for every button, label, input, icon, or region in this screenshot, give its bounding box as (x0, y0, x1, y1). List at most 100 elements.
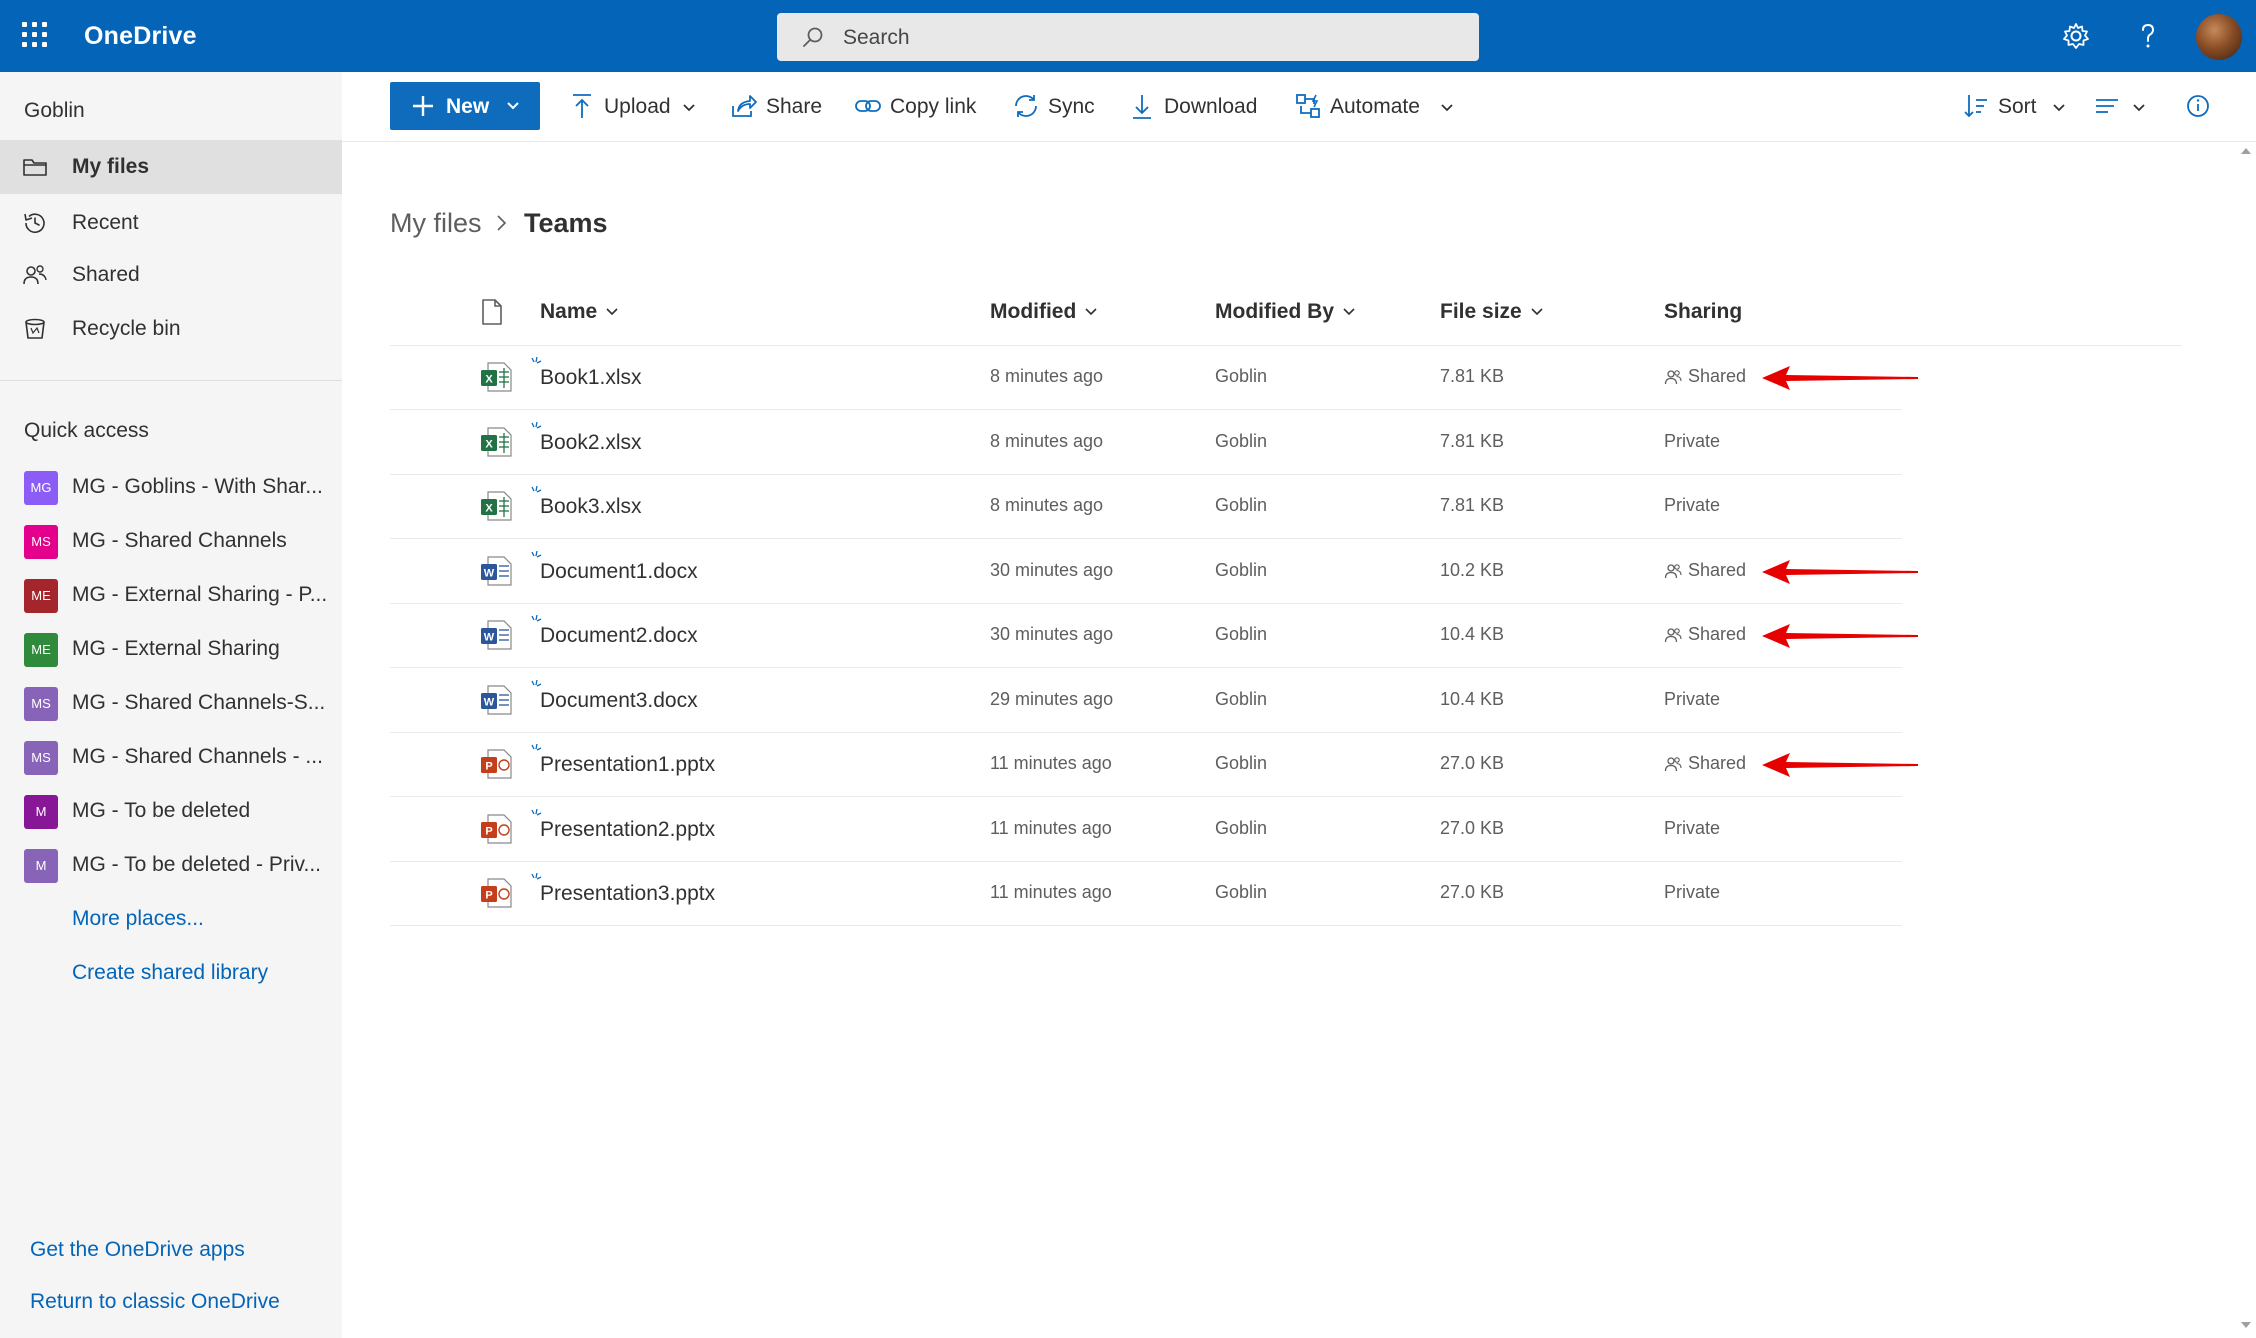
shared-people-icon (1664, 626, 1682, 644)
file-name-link[interactable]: Presentation3.pptx (540, 882, 715, 906)
modified-by: Goblin (1215, 495, 1268, 515)
quick-access-item[interactable]: M MG - To be deleted - Priv... (0, 845, 342, 885)
file-row[interactable]: P Presentation2.pptx 11 minutes ago Goblin 2… (390, 798, 1902, 862)
sharing-status[interactable]: Shared (1688, 366, 1746, 387)
nav-item-recent[interactable]: Recent (0, 196, 342, 250)
file-name-link[interactable]: Document2.docx (540, 624, 698, 648)
return-classic-link[interactable]: Return to classic OneDrive (30, 1290, 280, 1314)
sharing-status[interactable]: Shared (1688, 560, 1746, 581)
chevron-down-icon (1343, 308, 1355, 316)
file-row[interactable]: X Book3.xlsx 8 minutes ago Goblin 7.81 KB Pri… (390, 475, 1902, 539)
vertical-scrollbar[interactable] (2234, 142, 2256, 1338)
quick-access-item[interactable]: MG MG - Goblins - With Shar... (0, 467, 342, 507)
file-row[interactable]: P Presentation1.pptx 11 minutes ago Goblin 2… (390, 733, 1902, 797)
site-badge: ME (24, 579, 58, 613)
file-size: 27.0 KB (1440, 817, 1505, 838)
quick-access-item[interactable]: M MG - To be deleted (0, 791, 342, 831)
app-launcher-icon[interactable] (22, 22, 50, 50)
quick-access-item[interactable]: ME MG - External Sharing (0, 629, 342, 669)
annotation-arrow (1760, 621, 1920, 651)
download-icon (1133, 95, 1151, 119)
word-file-icon: W (479, 554, 513, 588)
shared-people-icon (1664, 755, 1682, 773)
column-header-label: Sharing (1664, 300, 1743, 323)
file-name-link[interactable]: Presentation2.pptx (540, 818, 715, 842)
download-label: Download (1164, 95, 1258, 118)
chevron-down-icon (1441, 104, 1453, 112)
download-button[interactable]: Download (1128, 92, 1268, 122)
site-badge: MS (24, 525, 58, 559)
nav-item-my-files[interactable]: My files (0, 140, 342, 194)
file-name-link[interactable]: Book3.xlsx (540, 495, 642, 519)
app-brand[interactable]: OneDrive (84, 22, 197, 51)
top-bar: OneDrive Search (0, 0, 2256, 72)
history-icon (24, 213, 45, 233)
create-shared-library-link[interactable]: Create shared library (72, 961, 268, 985)
quick-access-item[interactable]: ME MG - External Sharing - P... (0, 575, 342, 615)
chevron-down-icon (2053, 104, 2065, 112)
file-row[interactable]: W Document2.docx 30 minutes ago Goblin 10.4 … (390, 604, 1902, 668)
file-row[interactable]: W Document3.docx 29 minutes ago Goblin 10.4 … (390, 669, 1902, 733)
nav-item-label: Recent (72, 211, 139, 234)
account-name: Goblin (24, 99, 85, 122)
sharing-status: Private (1664, 882, 1721, 902)
search-input[interactable]: Search (843, 26, 910, 50)
new-button[interactable]: New (390, 82, 540, 130)
svg-text:X: X (485, 374, 493, 386)
settings-gear-icon[interactable] (2060, 20, 2092, 52)
folder-icon (23, 159, 47, 176)
chevron-down-icon (1085, 308, 1097, 316)
file-row[interactable]: X Book2.xlsx 8 minutes ago Goblin 7.81 KB Pri… (390, 411, 1902, 475)
sharing-status[interactable]: Shared (1688, 753, 1746, 774)
file-size: 7.81 KB (1440, 366, 1505, 386)
scroll-down-arrow-icon[interactable] (2240, 1320, 2252, 1330)
copy-link-button[interactable]: Copy link (854, 92, 984, 122)
file-name-link[interactable]: Book1.xlsx (540, 366, 642, 390)
sharing-status[interactable]: Shared (1688, 624, 1746, 645)
upload-button[interactable]: Upload (568, 92, 702, 122)
column-header-file-size[interactable]: File size (1440, 300, 1544, 324)
get-apps-link[interactable]: Get the OneDrive apps (30, 1238, 245, 1262)
view-options-button[interactable] (2094, 92, 2150, 122)
file-size: 27.0 KB (1440, 753, 1505, 773)
quick-access-item[interactable]: MS MG - Shared Channels (0, 521, 342, 561)
more-places-link[interactable]: More places... (72, 907, 204, 931)
automate-button[interactable]: Automate (1294, 92, 1454, 122)
column-header-modified-by[interactable]: Modified By (1215, 300, 1356, 324)
quick-access-item[interactable]: MS MG - Shared Channels-S... (0, 683, 342, 723)
chevron-down-icon (1531, 308, 1543, 316)
share-label: Share (766, 95, 823, 118)
svg-text:P: P (485, 761, 492, 773)
scroll-up-arrow-icon[interactable] (2240, 146, 2252, 156)
nav-item-label: Recycle bin (72, 317, 181, 340)
column-header-name[interactable]: Name (540, 300, 619, 324)
file-size: 10.4 KB (1440, 624, 1505, 644)
excel-file-icon: X (479, 425, 513, 459)
user-avatar[interactable] (2196, 14, 2242, 60)
nav-item-shared[interactable]: Shared (0, 248, 342, 302)
breadcrumb-root[interactable]: My files (390, 208, 482, 239)
column-header-sharing[interactable]: Sharing (1664, 300, 1742, 324)
file-row[interactable]: X Book1.xlsx 8 minutes ago Goblin 7.81 KB Sha… (390, 346, 1902, 410)
file-name-link[interactable]: Document1.docx (540, 560, 698, 584)
left-navigation: Goblin My files Recent Shared Recycle bi… (0, 72, 342, 1338)
quick-access-item[interactable]: MS MG - Shared Channels - ... (0, 737, 342, 777)
annotation-arrow (1760, 750, 1920, 780)
sync-button[interactable]: Sync (1012, 92, 1106, 122)
new-button-label: New (446, 95, 490, 118)
search-box[interactable]: Search (777, 13, 1479, 61)
file-type-icon[interactable] (480, 298, 504, 326)
file-row[interactable]: P Presentation3.pptx 11 minutes ago Goblin 2… (390, 862, 1902, 926)
sort-button[interactable]: Sort (1962, 92, 2066, 122)
file-name-link[interactable]: Document3.docx (540, 689, 698, 713)
nav-item-recycle-bin[interactable]: Recycle bin (0, 302, 342, 356)
quick-access-label: MG - To be deleted - Priv... (72, 853, 321, 876)
file-size: 7.81 KB (1440, 430, 1505, 451)
column-header-modified[interactable]: Modified (990, 300, 1098, 324)
share-button[interactable]: Share (730, 92, 830, 122)
info-icon[interactable] (2184, 92, 2212, 120)
help-question-icon[interactable] (2132, 20, 2164, 52)
file-name-link[interactable]: Book2.xlsx (540, 431, 642, 455)
file-name-link[interactable]: Presentation1.pptx (540, 753, 715, 777)
file-row[interactable]: W Document1.docx 30 minutes ago Goblin 10.2 … (390, 540, 1902, 604)
